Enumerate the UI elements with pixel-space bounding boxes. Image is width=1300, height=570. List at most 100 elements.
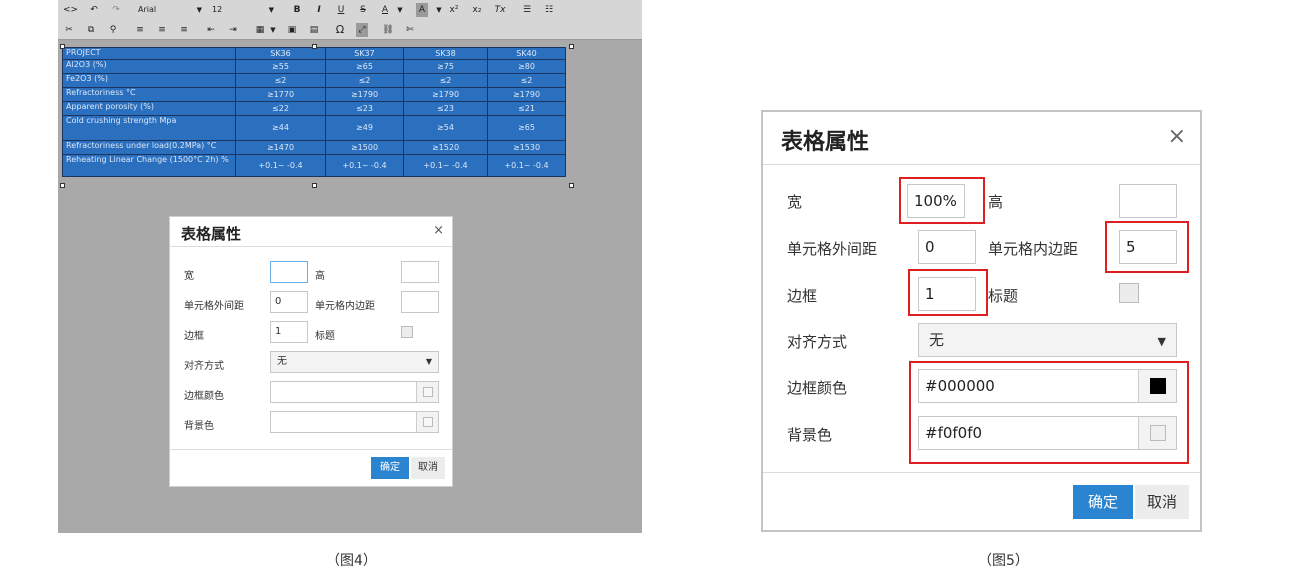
table-cell[interactable]: ≤2 xyxy=(403,73,488,88)
table-cell[interactable]: ≤2 xyxy=(487,73,566,88)
table-cell[interactable]: ≤21 xyxy=(487,101,566,116)
table-cell[interactable]: ≥1530 xyxy=(487,140,566,155)
table-cell[interactable]: ≥65 xyxy=(487,115,566,141)
resize-handle[interactable] xyxy=(312,183,317,188)
table-cell[interactable]: ≥1790 xyxy=(403,87,488,102)
cellpadding-input[interactable] xyxy=(401,291,439,313)
width-input[interactable] xyxy=(270,261,308,283)
align-right-icon[interactable]: ≡ xyxy=(178,23,190,37)
height-input[interactable] xyxy=(1119,184,1177,218)
resize-handle[interactable] xyxy=(60,183,65,188)
chevron-down-icon[interactable]: ▼ xyxy=(267,23,279,37)
close-icon[interactable]: × xyxy=(433,223,444,238)
superscript-icon[interactable]: x² xyxy=(448,3,460,17)
chevron-down-icon[interactable]: ▼ xyxy=(394,3,406,17)
table-cell[interactable]: +0.1~ -0.4 xyxy=(487,154,566,177)
table-cell[interactable]: Refractoriness °C xyxy=(62,87,236,102)
caption-checkbox[interactable] xyxy=(401,326,413,338)
selected-table[interactable]: PROJECT SK36 SK37 SK38 SK40 Al2O3 (%) ≥55 ≥65 ≥7… xyxy=(62,47,566,177)
bg-color-input[interactable] xyxy=(270,411,439,433)
undo-icon[interactable]: ↶ xyxy=(88,3,100,17)
numbered-list-icon[interactable]: ☷ xyxy=(543,3,555,17)
cancel-button[interactable]: 取消 xyxy=(1135,485,1189,519)
table-cell[interactable]: ≥44 xyxy=(235,115,326,141)
table-cell[interactable]: ≥1500 xyxy=(325,140,404,155)
font-color-icon[interactable]: A xyxy=(379,3,391,17)
table-cell[interactable]: SK36 xyxy=(235,47,326,60)
subscript-icon[interactable]: x₂ xyxy=(471,3,483,17)
border-color-input[interactable] xyxy=(270,381,439,403)
table-cell[interactable]: ≥1770 xyxy=(235,87,326,102)
outdent-icon[interactable]: ⇤ xyxy=(205,23,217,37)
table-cell[interactable]: Refractoriness under load(0.2MPa) °C xyxy=(62,140,236,155)
italic-icon[interactable]: I xyxy=(313,3,325,17)
table-cell[interactable]: ≤23 xyxy=(403,101,488,116)
height-input[interactable] xyxy=(401,261,439,283)
font-size-select[interactable]: 12 ▼ xyxy=(212,3,274,17)
table-cell[interactable]: Fe2O3 (%) xyxy=(62,73,236,88)
table-cell[interactable]: ≥55 xyxy=(235,59,326,74)
cellspacing-input[interactable]: 0 xyxy=(918,230,976,264)
table-cell[interactable]: ≥1520 xyxy=(403,140,488,155)
resize-handle[interactable] xyxy=(60,44,65,49)
border-input[interactable]: 1 xyxy=(270,321,308,343)
table-cell[interactable]: SK37 xyxy=(325,47,404,60)
table-cell[interactable]: ≤22 xyxy=(235,101,326,116)
ok-button[interactable]: 确定 xyxy=(371,457,409,479)
indent-icon[interactable]: ⇥ xyxy=(227,23,239,37)
align-left-icon[interactable]: ≡ xyxy=(134,23,146,37)
table-cell[interactable]: Cold crushing strength Mpa xyxy=(62,115,236,141)
bg-color-swatch[interactable] xyxy=(416,412,438,432)
table-cell[interactable]: ≥80 xyxy=(487,59,566,74)
table-cell[interactable]: ≥1470 xyxy=(235,140,326,155)
table-cell[interactable]: ≥54 xyxy=(403,115,488,141)
ok-button[interactable]: 确定 xyxy=(1073,485,1133,519)
table-cell[interactable]: ≥1790 xyxy=(487,87,566,102)
table-cell[interactable]: +0.1~ -0.4 xyxy=(325,154,404,177)
resize-handle[interactable] xyxy=(569,44,574,49)
chevron-down-icon[interactable]: ▼ xyxy=(433,3,445,17)
table-cell[interactable]: PROJECT xyxy=(62,47,236,60)
table-icon[interactable]: ▦ xyxy=(254,23,266,37)
table-cell[interactable]: ≥1790 xyxy=(325,87,404,102)
redo-icon[interactable]: ↷ xyxy=(110,3,122,17)
table-cell[interactable]: SK40 xyxy=(487,47,566,60)
table-cell[interactable]: Reheating Linear Change (1500°C 2h) % xyxy=(62,154,236,177)
underline-icon[interactable]: U xyxy=(335,3,347,17)
table-cell[interactable]: ≤2 xyxy=(235,73,326,88)
resize-handle[interactable] xyxy=(312,44,317,49)
table-cell[interactable]: +0.1~ -0.4 xyxy=(403,154,488,177)
table-cell[interactable]: SK38 xyxy=(403,47,488,60)
bold-icon[interactable]: B xyxy=(291,3,303,17)
align-center-icon[interactable]: ≡ xyxy=(156,23,168,37)
media-icon[interactable]: ▤ xyxy=(308,23,320,37)
source-icon[interactable]: <> xyxy=(63,3,78,17)
bullet-list-icon[interactable]: ☰ xyxy=(521,3,533,17)
clear-format-icon[interactable]: Tx xyxy=(494,3,506,17)
table-cell[interactable]: ≥65 xyxy=(325,59,404,74)
close-icon[interactable]: × xyxy=(1168,124,1186,149)
resize-handle[interactable] xyxy=(569,183,574,188)
special-char-icon[interactable]: Ω xyxy=(334,23,346,37)
highlight-color-icon[interactable]: A xyxy=(416,3,428,17)
table-cell[interactable]: Al2O3 (%) xyxy=(62,59,236,74)
table-cell[interactable]: +0.1~ -0.4 xyxy=(235,154,326,177)
fullscreen-icon[interactable]: ⤢ xyxy=(356,23,368,37)
strikethrough-icon[interactable]: S xyxy=(357,3,369,17)
table-cell[interactable]: Apparent porosity (%) xyxy=(62,101,236,116)
table-cell[interactable]: ≥49 xyxy=(325,115,404,141)
find-icon[interactable]: ⚲ xyxy=(107,23,119,37)
align-select[interactable]: 无 ▼ xyxy=(918,323,1177,357)
table-cell[interactable]: ≤23 xyxy=(325,101,404,116)
table-cell[interactable]: ≤2 xyxy=(325,73,404,88)
link-icon[interactable]: ⛓ xyxy=(382,23,394,37)
border-color-swatch[interactable] xyxy=(416,382,438,402)
unlink-icon[interactable]: ✄ xyxy=(404,23,416,37)
cut-icon[interactable]: ✂ xyxy=(63,23,75,37)
image-icon[interactable]: ▣ xyxy=(286,23,298,37)
font-family-select[interactable]: Arial ▼ xyxy=(138,3,202,17)
cancel-button[interactable]: 取消 xyxy=(411,457,445,479)
copy-icon[interactable]: ⧉ xyxy=(85,23,97,37)
cellspacing-input[interactable]: 0 xyxy=(270,291,308,313)
align-select[interactable]: 无 ▼ xyxy=(270,351,439,373)
